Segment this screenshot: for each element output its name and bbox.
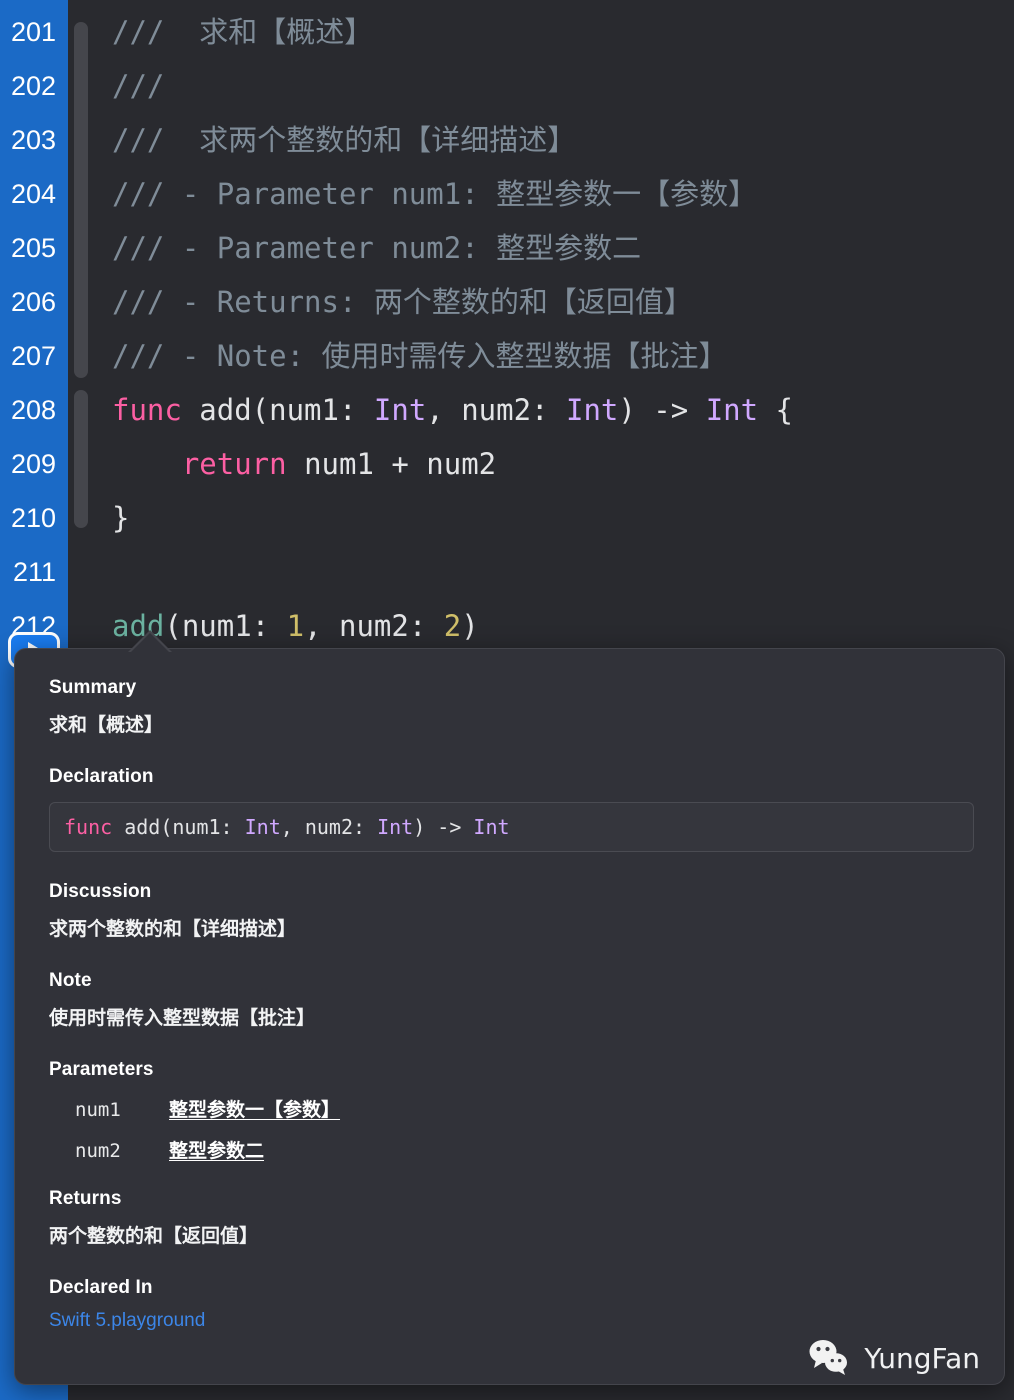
line-number: 208 — [10, 395, 56, 425]
discussion-text: 求两个整数的和【详细描述】 — [49, 919, 297, 940]
caret-inner — [131, 633, 169, 652]
line-number: 210 — [10, 503, 56, 533]
parameters-heading: Parameters — [49, 1059, 154, 1080]
code-line[interactable]: /// - Note: 使用时需传入整型数据【批注】 — [112, 329, 1014, 383]
code-token-type: Int — [705, 393, 759, 427]
code-token-plain: ) -> — [618, 393, 706, 427]
line-number: 202 — [10, 71, 56, 101]
declaration-heading: Declaration — [49, 766, 154, 787]
code-line[interactable]: /// — [112, 59, 1014, 113]
declared-in-heading: Declared In — [49, 1277, 153, 1298]
code-line[interactable]: func add(num1: Int, num2: Int) -> Int { — [112, 383, 1014, 437]
code-token-num: 1 — [286, 609, 305, 643]
code-line[interactable]: /// - Parameter num2: 整型参数二 — [112, 221, 1014, 275]
watermark-text: YungFan — [864, 1341, 980, 1375]
watermark: YungFan — [807, 1338, 980, 1378]
code-line[interactable]: return num1 + num2 — [112, 437, 1014, 491]
code-token-num: 2 — [443, 609, 462, 643]
declaration-token-plain: ) -> — [413, 815, 474, 839]
code-token-comment: /// - Returns: 两个整数的和【返回值】 — [112, 285, 693, 319]
code-token-plain: } — [112, 501, 130, 535]
code-line[interactable] — [112, 545, 1014, 599]
code-folding-ribbon[interactable] — [74, 22, 88, 378]
code-line[interactable]: } — [112, 491, 1014, 545]
line-number: 209 — [10, 449, 56, 479]
code-text[interactable]: /// 求和【概述】 /// /// 求两个整数的和【详细描述】 /// - Para… — [112, 5, 1014, 653]
line-number: 203 — [10, 125, 56, 155]
returns-heading: Returns — [49, 1188, 122, 1209]
parameter-description: 整型参数一【参数】 — [169, 1100, 341, 1121]
code-line[interactable]: /// - Returns: 两个整数的和【返回值】 — [112, 275, 1014, 329]
popover-caret — [128, 630, 172, 652]
code-token-plain: ) — [461, 609, 479, 643]
declaration-token-plain: add(num1: — [112, 815, 245, 839]
line-number: 204 — [10, 179, 56, 209]
parameter-description: 整型参数二 — [169, 1141, 265, 1162]
returns-text: 两个整数的和【返回值】 — [49, 1226, 259, 1247]
code-token-type: Int — [373, 393, 427, 427]
code-line[interactable]: /// - Parameter num1: 整型参数一【参数】 — [112, 167, 1014, 221]
code-token-plain: (num1: — [164, 609, 287, 643]
code-folding-ribbon[interactable] — [74, 390, 88, 528]
note-heading: Note — [49, 970, 92, 991]
wechat-icon — [809, 1340, 848, 1375]
declaration-token-plain: , num2: — [280, 815, 378, 839]
line-number: 206 — [10, 287, 56, 317]
line-number: 201 — [10, 17, 56, 47]
code-token-plain: { — [758, 393, 793, 427]
line-number: 207 — [10, 341, 56, 371]
line-number: 205 — [10, 233, 56, 263]
summary-heading: Summary — [49, 677, 137, 698]
code-token-comment: /// - Note: 使用时需传入整型数据【批注】 — [112, 339, 728, 373]
declaration-code-block: func add(num1: Int, num2: Int) -> Int — [49, 802, 974, 852]
discussion-heading: Discussion — [49, 881, 152, 902]
parameter-name: num2 — [75, 1140, 121, 1162]
parameter-row: num1 整型参数一【参数】 — [49, 1095, 974, 1122]
declaration-token-kw: func — [64, 815, 113, 839]
code-token-kw: return — [181, 447, 287, 481]
parameter-name: num1 — [75, 1099, 121, 1121]
code-token-comment: /// 求两个整数的和【详细描述】 — [112, 123, 577, 157]
code-token-plain: , num2: — [426, 393, 566, 427]
code-token-comment: /// - Parameter num1: 整型参数一【参数】 — [112, 177, 758, 211]
parameters-list: num1 整型参数一【参数】 num2 整型参数二 — [49, 1095, 974, 1163]
declared-in-link[interactable]: Swift 5.playground — [49, 1310, 205, 1331]
code-line[interactable]: /// 求和【概述】 — [112, 5, 1014, 59]
code-line[interactable]: /// 求两个整数的和【详细描述】 — [112, 113, 1014, 167]
code-token-plain: add(num1: — [181, 393, 374, 427]
code-token-comment: /// - Parameter num2: 整型参数二 — [112, 231, 642, 265]
code-line[interactable]: add(num1: 1, num2: 2) — [112, 599, 1014, 653]
declaration-token-type: Int — [473, 815, 510, 839]
code-token-comment: /// — [112, 69, 165, 103]
declaration-token-type: Int — [377, 815, 414, 839]
code-token-plain: num1 + num2 — [286, 447, 497, 481]
parameter-row: num2 整型参数二 — [49, 1136, 974, 1163]
summary-text: 求和【概述】 — [49, 715, 164, 736]
code-token-type: Int — [565, 393, 619, 427]
line-number: 211 — [12, 557, 56, 587]
quick-help-popover[interactable]: Summary 求和【概述】 Declaration func add(num1… — [14, 648, 1005, 1385]
declaration-token-type: Int — [244, 815, 281, 839]
code-token-kw: func — [112, 393, 182, 427]
code-token-plain: , num2: — [304, 609, 444, 643]
code-token-comment: /// 求和【概述】 — [112, 15, 374, 49]
note-text: 使用时需传入整型数据【批注】 — [49, 1008, 316, 1029]
